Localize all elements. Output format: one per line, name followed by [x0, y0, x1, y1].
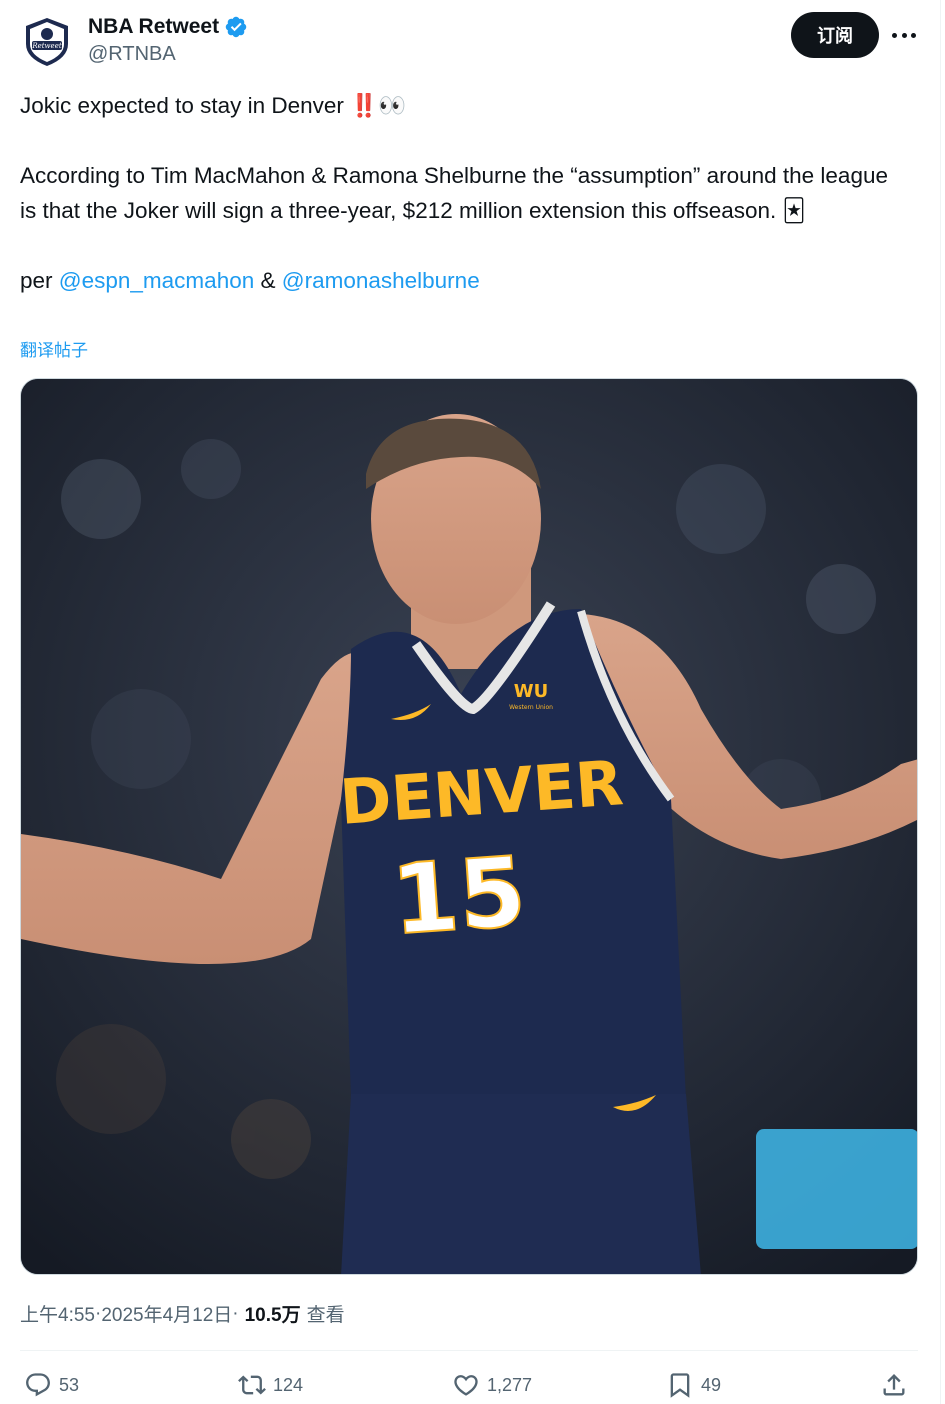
bookmark-count: 49 [701, 1374, 722, 1395]
action-bar: 53 124 1,277 49 [20, 1364, 918, 1404]
repost-count: 124 [273, 1374, 304, 1395]
avatar[interactable]: Retweet [20, 14, 74, 68]
post-time[interactable]: 上午4:55 [20, 1300, 95, 1327]
more-options-icon[interactable] [892, 28, 916, 42]
tweet-line-headline: Jokic expected to stay in Denver ‼️👀 [20, 93, 407, 118]
display-name[interactable]: NBA Retweet [88, 15, 219, 39]
mention-ramonashelburne[interactable]: @ramonashelburne [282, 268, 480, 293]
shorts [341, 1094, 701, 1274]
tweet-meta: 上午4:55 · 2025年4月12日 · 10.5万 查看 [20, 1300, 345, 1327]
sponsor-logo: WU [514, 681, 548, 702]
reply-icon [26, 1373, 50, 1397]
subscribe-button[interactable]: 订阅 [791, 12, 879, 58]
tweet-header: Retweet NBA Retweet @RTNBA 订阅 [20, 12, 920, 72]
credits-prefix: per [20, 268, 59, 293]
translate-post-link[interactable]: 翻译帖子 [20, 336, 88, 361]
views-label: 查看 [306, 1305, 345, 1326]
bookmark-button[interactable]: 49 [666, 1364, 721, 1404]
share-button[interactable] [880, 1364, 908, 1404]
tweet-line-details: According to Tim MacMahon & Ramona Shelb… [20, 163, 888, 223]
name-row: NBA Retweet [88, 14, 248, 40]
jersey-number: 15 [388, 836, 529, 957]
verified-badge-icon[interactable] [224, 15, 248, 39]
reply-button[interactable]: 53 [24, 1364, 79, 1404]
like-button[interactable]: 1,277 [452, 1364, 532, 1404]
right-border [940, 0, 941, 1404]
reply-count: 53 [59, 1374, 80, 1395]
sponsor-subtext: Western Union [509, 704, 553, 711]
bookmark-icon [670, 1373, 690, 1398]
divider [20, 1350, 918, 1351]
mention-espn-macmahon[interactable]: @espn_macmahon [59, 268, 254, 293]
user-handle[interactable]: @RTNBA [88, 43, 176, 66]
meta-separator: · [232, 1302, 239, 1324]
tweet-photo[interactable]: DENVER 15 WU Western Union [20, 378, 918, 1275]
like-count: 1,277 [487, 1374, 533, 1395]
heart-icon [454, 1375, 478, 1396]
repost-icon [238, 1375, 266, 1395]
tweet-line-credits: per @espn_macmahon & @ramonashelburne [20, 263, 910, 298]
post-date[interactable]: 2025年4月12日 [101, 1300, 232, 1327]
avatar-logo-text: Retweet [31, 42, 62, 50]
repost-button[interactable]: 124 [238, 1364, 303, 1404]
views-count: 10.5万 [244, 1305, 301, 1326]
arena-screen [756, 1129, 917, 1249]
tweet-body: Jokic expected to stay in Denver ‼️👀 Acc… [20, 88, 910, 298]
credits-ampersand: & [254, 268, 282, 293]
share-icon [883, 1374, 905, 1396]
